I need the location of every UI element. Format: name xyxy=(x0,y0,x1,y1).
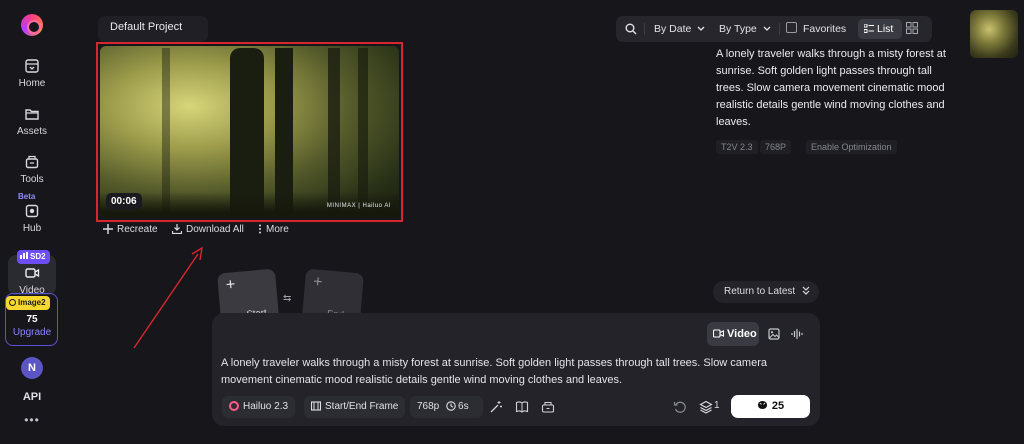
model-label: Hailuo 2.3 xyxy=(243,401,289,412)
credits-count: 75 xyxy=(26,314,38,325)
download-all-button[interactable]: Download All xyxy=(171,224,244,235)
plus-icon: + xyxy=(312,273,324,292)
plus-icon: + xyxy=(225,276,237,294)
image2-badge: Image2 xyxy=(6,296,50,310)
spark-icon xyxy=(9,299,16,306)
video-icon xyxy=(712,329,725,338)
project-name: Default Project xyxy=(110,21,183,33)
magic-wand-icon[interactable] xyxy=(489,400,503,414)
favorites-toggle[interactable]: Favorites xyxy=(786,16,846,42)
tag-optimization: Enable Optimization xyxy=(806,140,897,154)
favorites-checkbox[interactable] xyxy=(786,22,797,33)
sort-by-type-label: By Type xyxy=(719,23,757,35)
output-count[interactable]: 1 xyxy=(714,400,720,411)
avatar[interactable]: N xyxy=(21,357,43,379)
chevron-down-icon xyxy=(697,26,705,31)
book-icon[interactable] xyxy=(515,400,529,414)
sidebar-item-hub[interactable]: Hub xyxy=(0,203,64,234)
swap-icon[interactable]: ⇆ xyxy=(283,293,291,304)
image-icon[interactable] xyxy=(768,328,780,340)
more-label: More xyxy=(266,224,289,235)
sd2-badge-label: SD2 xyxy=(30,252,46,261)
sparkle-icon xyxy=(103,224,113,234)
model-selector[interactable]: Hailuo 2.3 xyxy=(222,396,296,418)
video-icon xyxy=(25,268,40,278)
favorites-label: Favorites xyxy=(803,23,847,35)
api-link[interactable]: API xyxy=(0,391,64,403)
sidebar-item-home[interactable]: Home xyxy=(0,58,64,89)
list-view-label: List xyxy=(877,23,894,35)
sort-by-type-dropdown[interactable]: By Type xyxy=(719,16,771,42)
video-preview[interactable]: 00:06 MINIMAX | Hailuo AI xyxy=(100,46,399,218)
clock-icon xyxy=(446,401,456,411)
project-selector[interactable]: Default Project xyxy=(98,16,208,42)
video-card[interactable]: 00:06 MINIMAX | Hailuo AI xyxy=(96,42,403,222)
download-icon xyxy=(171,224,183,235)
return-to-latest-button[interactable]: Return to Latest xyxy=(713,281,819,303)
image2-badge-label: Image2 xyxy=(18,298,46,307)
chart-icon xyxy=(20,252,28,259)
list-icon xyxy=(863,23,874,33)
generation-thumbnail[interactable] xyxy=(970,10,1018,58)
beta-tag: Beta xyxy=(18,192,36,201)
frame-mode-selector[interactable]: Start/End Frame xyxy=(304,396,406,418)
more-icon[interactable]: ••• xyxy=(0,413,64,427)
sidebar-item-label: Hub xyxy=(22,223,42,234)
duration-label: 6s xyxy=(458,401,469,412)
sort-by-date-label: By Date xyxy=(654,23,692,35)
folder-icon xyxy=(25,109,39,120)
watermark: MINIMAX | Hailuo AI xyxy=(326,203,391,209)
divider xyxy=(644,23,645,35)
mode-switcher: Video xyxy=(707,322,810,346)
more-button[interactable]: More xyxy=(258,224,289,235)
hailuo-logo-icon xyxy=(229,401,239,411)
return-to-latest-label: Return to Latest xyxy=(724,286,796,297)
tag-model: T2V 2.3 xyxy=(716,140,758,154)
home-icon xyxy=(25,59,39,73)
resolution-label: 768p xyxy=(417,401,440,412)
sidebar-item-label: Tools xyxy=(20,174,44,185)
sd2-badge: SD2 xyxy=(17,250,50,264)
audio-icon[interactable] xyxy=(791,328,803,340)
sidebar-item-tools[interactable]: Tools xyxy=(0,154,64,185)
prompt-input[interactable]: A lonely traveler walks through a misty … xyxy=(221,355,811,389)
more-vertical-icon xyxy=(259,224,261,234)
recreate-label: Recreate xyxy=(117,224,158,235)
layers-icon[interactable] xyxy=(699,400,713,414)
tag-resolution: 768P xyxy=(760,140,792,154)
search-icon[interactable] xyxy=(625,23,637,35)
sidebar-item-label: Assets xyxy=(16,126,47,137)
chevron-down-icon xyxy=(763,26,771,31)
sidebar-item-assets[interactable]: Assets xyxy=(0,106,64,137)
download-all-label: Download All xyxy=(186,224,244,235)
annotation-arrow xyxy=(133,246,203,349)
credits-icon xyxy=(757,401,767,409)
sidebar: Home Assets Tools Beta Hub SD2 Video Ima… xyxy=(0,0,64,444)
logo-icon[interactable] xyxy=(21,14,43,36)
film-icon xyxy=(310,401,322,411)
generate-button[interactable]: 25 xyxy=(731,395,810,418)
video-duration: 00:06 xyxy=(106,193,142,210)
sort-by-date-dropdown[interactable]: By Date xyxy=(654,16,705,42)
generation-prompt: A lonely traveler walks through a misty … xyxy=(716,48,946,128)
tools-icon xyxy=(25,155,39,169)
generate-credits: 25 xyxy=(771,400,785,412)
grid-view-icon[interactable] xyxy=(906,22,918,34)
resolution-duration-selector[interactable]: 768p 6s xyxy=(410,396,483,418)
preset-icon[interactable] xyxy=(541,400,555,414)
undo-icon[interactable] xyxy=(673,400,687,414)
hub-icon xyxy=(25,204,39,218)
upgrade-link[interactable]: Upgrade xyxy=(0,327,64,338)
divider xyxy=(779,23,780,35)
mode-video-label: Video xyxy=(727,328,757,340)
sidebar-item-video[interactable]: Video xyxy=(0,265,64,296)
recreate-button[interactable]: Recreate xyxy=(103,224,158,235)
sidebar-item-label: Home xyxy=(18,78,46,89)
double-chevron-down-icon xyxy=(802,286,810,295)
mode-video-tab[interactable]: Video xyxy=(707,322,759,346)
list-view-button[interactable]: List xyxy=(858,19,902,39)
frame-mode-label: Start/End Frame xyxy=(325,401,399,412)
app-window: Home Assets Tools Beta Hub SD2 Video Ima… xyxy=(0,0,1024,444)
